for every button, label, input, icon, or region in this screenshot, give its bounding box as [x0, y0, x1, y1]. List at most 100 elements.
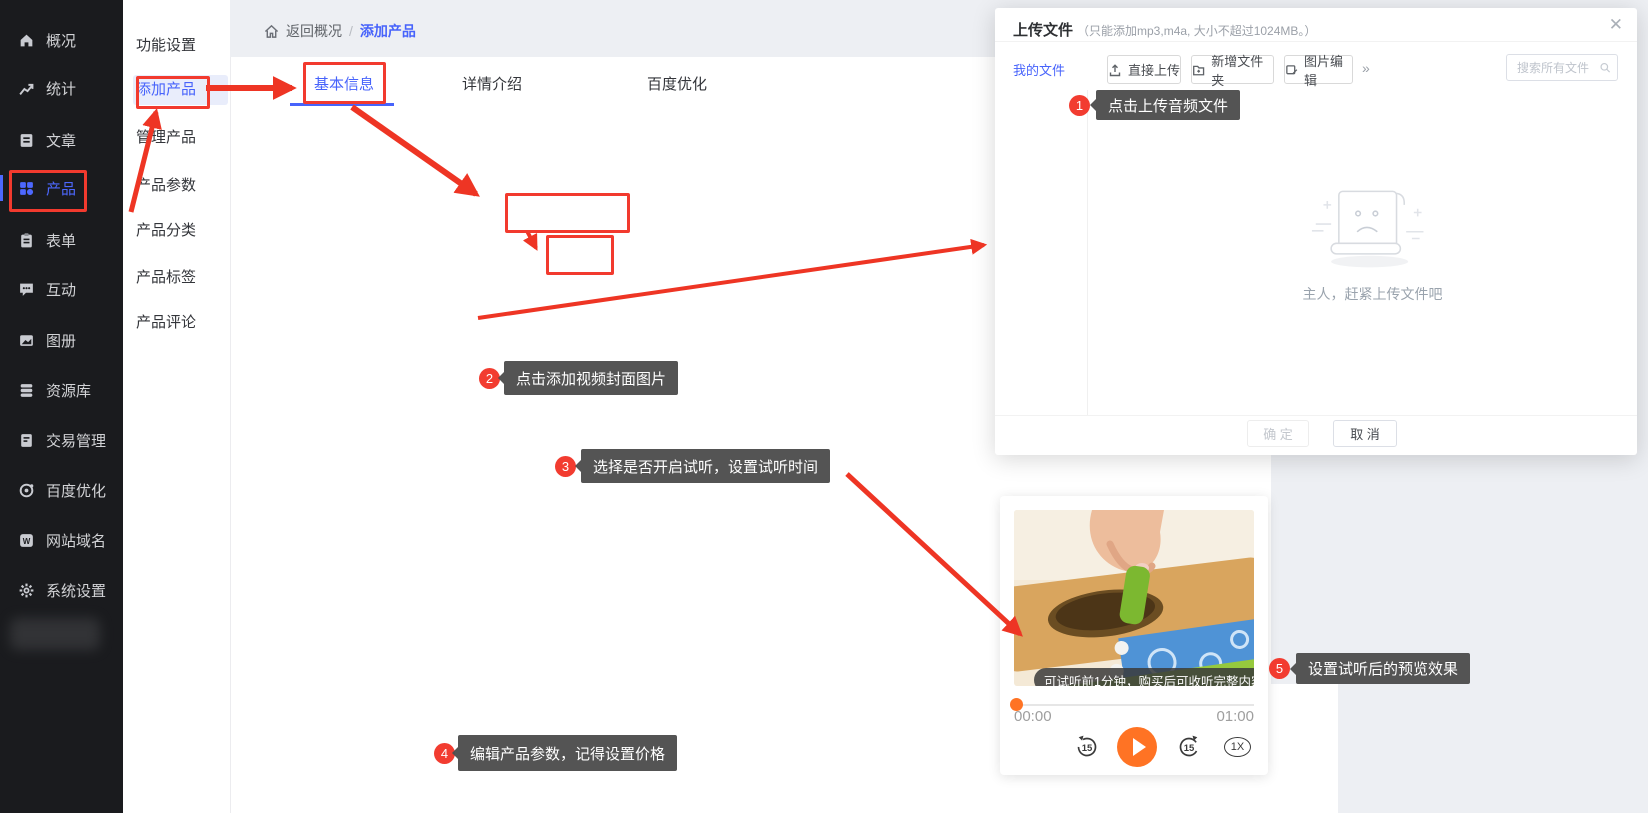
sidebar-item-settings[interactable]: 系统设置 — [18, 578, 106, 602]
sidebar-item-baidu-seo[interactable]: 百度优化 — [18, 478, 106, 502]
button-label: 取 消 — [1350, 424, 1380, 443]
cancel-button[interactable]: 取 消 — [1333, 420, 1397, 447]
my-files-tree-item[interactable]: 我的文件 — [1013, 60, 1065, 79]
confirm-button[interactable]: 确 定 — [1247, 420, 1309, 447]
button-label: 直接上传 — [1128, 60, 1180, 79]
sidebar-item-label: 交易管理 — [46, 430, 106, 451]
sidebar-item-resources[interactable]: 资源库 — [18, 378, 91, 402]
tab-basic-info[interactable]: 基本信息 — [294, 73, 394, 94]
sidebar-item-label: 网站域名 — [46, 530, 106, 551]
search-icon — [1599, 61, 1611, 74]
empty-state-text: 主人，赶紧上传文件吧 — [1290, 284, 1455, 304]
button-label: 确 定 — [1263, 424, 1293, 443]
home-icon — [264, 24, 279, 39]
tooltip-text: 点击添加视频封面图片 — [516, 368, 666, 389]
submenu-item-product-categories[interactable]: 产品分类 — [133, 216, 228, 246]
rewind-15-button[interactable]: 15 — [1074, 734, 1100, 760]
tab-baidu-seo[interactable]: 百度优化 — [627, 73, 727, 94]
image-edit-button[interactable]: 图片编辑 — [1284, 55, 1353, 84]
folder-plus-icon — [1192, 63, 1205, 77]
sidebar-item-forms[interactable]: 表单 — [18, 228, 76, 252]
direct-upload-button[interactable]: 直接上传 — [1107, 55, 1181, 84]
button-label: 图片编辑 — [1304, 51, 1352, 89]
step-badge-3: 3 — [555, 456, 576, 477]
audio-cover-image: 可试听前1分钟，购买后可收听完整内容 — [1014, 510, 1254, 686]
main-sidebar: 概况 统计 文章 产品 表单 互动 图册 资源库 — [0, 0, 123, 813]
submenu-item-add-product[interactable]: 添加产品 — [133, 75, 228, 105]
sidebar-item-products[interactable]: 产品 — [18, 176, 76, 200]
sidebar-item-albums[interactable]: 图册 — [18, 328, 76, 352]
playback-speed-button[interactable]: 1X — [1224, 737, 1251, 757]
interaction-icon — [18, 281, 35, 298]
sidebar-item-interaction[interactable]: 互动 — [18, 277, 76, 301]
submenu-item-product-tags[interactable]: 产品标签 — [133, 263, 228, 293]
time-total: 01:00 — [1216, 708, 1254, 725]
stats-icon — [18, 80, 35, 97]
sidebar-item-label: 图册 — [46, 330, 76, 351]
blurred-logo — [10, 618, 100, 650]
upload-file-dialog: 上传文件 （只能添加mp3,m4a, 大小不超过1024MB。） ✕ 我的文件 直… — [995, 8, 1637, 455]
submenu-item-function-settings[interactable]: 功能设置 — [133, 31, 228, 61]
dialog-title-text: 上传文件 — [1013, 22, 1073, 39]
step-tooltip-2: 点击添加视频封面图片 — [504, 361, 678, 395]
toolbar-more-button[interactable]: » — [1362, 60, 1370, 76]
dialog-header-divider — [995, 41, 1637, 42]
step-tooltip-4: 编辑产品参数，记得设置价格 — [458, 735, 677, 771]
step-badge-5: 5 — [1269, 658, 1290, 679]
product-icon — [18, 180, 35, 197]
active-tab-underline — [290, 103, 394, 106]
submenu-item-product-comments[interactable]: 产品评论 — [133, 308, 228, 338]
submenu-item-product-params[interactable]: 产品参数 — [133, 171, 228, 201]
sidebar-item-label: 表单 — [46, 230, 76, 251]
step-tooltip-3: 选择是否开启试听，设置试听时间 — [581, 449, 830, 483]
button-label: 新增文件夹 — [1211, 51, 1273, 89]
sidebar-item-overview[interactable]: 概况 — [18, 28, 76, 52]
audio-preview-card: 可试听前1分钟，购买后可收听完整内容 00:00 01:00 15 15 1X — [1000, 496, 1268, 775]
step-badge-2: 2 — [479, 368, 500, 389]
tooltip-text: 设置试听后的预览效果 — [1308, 658, 1458, 679]
sidebar-item-stats[interactable]: 统计 — [18, 76, 76, 100]
product-submenu: 功能设置 添加产品 管理产品 产品参数 产品分类 产品标签 产品评论 — [123, 0, 230, 813]
breadcrumb-current: 添加产品 — [360, 21, 416, 41]
play-button[interactable] — [1117, 727, 1157, 767]
background-patch — [1268, 684, 1338, 813]
tooltip-text: 点击上传音频文件 — [1108, 95, 1228, 116]
resource-icon — [18, 382, 35, 399]
breadcrumb-back-link[interactable]: 返回概况 — [286, 21, 342, 41]
search-input[interactable] — [1515, 60, 1599, 76]
new-folder-button[interactable]: 新增文件夹 — [1191, 55, 1274, 84]
forward-15-button[interactable]: 15 — [1176, 734, 1202, 760]
gear-icon — [18, 582, 35, 599]
dialog-title-note: （只能添加mp3,m4a, 大小不超过1024MB。） — [1077, 24, 1316, 38]
step-tooltip-1: 点击上传音频文件 — [1096, 90, 1240, 120]
tab-details[interactable]: 详情介绍 — [442, 73, 542, 94]
sidebar-item-articles[interactable]: 文章 — [18, 128, 76, 152]
app-root: 概况 统计 文章 产品 表单 互动 图册 资源库 — [0, 0, 1648, 813]
dialog-sidebar-divider — [1087, 90, 1088, 415]
close-icon[interactable]: ✕ — [1609, 15, 1623, 35]
seo-icon — [18, 482, 35, 499]
progress-bar[interactable] — [1014, 704, 1254, 706]
svg-text:15: 15 — [1184, 743, 1195, 754]
tooltip-text: 选择是否开启试听，设置试听时间 — [593, 456, 818, 477]
breadcrumb-separator: / — [349, 23, 353, 39]
dialog-title: 上传文件 （只能添加mp3,m4a, 大小不超过1024MB。） — [1013, 19, 1316, 40]
home-icon — [18, 32, 35, 49]
submenu-item-manage-products[interactable]: 管理产品 — [133, 123, 228, 153]
step-badge-1: 1 — [1069, 95, 1090, 116]
sidebar-item-label: 文章 — [46, 130, 76, 151]
sidebar-item-transactions[interactable]: 交易管理 — [18, 428, 106, 452]
trade-icon — [18, 432, 35, 449]
sidebar-item-label: 概况 — [46, 30, 76, 51]
form-icon — [18, 232, 35, 249]
time-current: 00:00 — [1014, 708, 1052, 725]
trial-overlay-pill: 可试听前1分钟，购买后可收听完整内容 — [1034, 668, 1254, 686]
tooltip-text: 编辑产品参数，记得设置价格 — [470, 743, 665, 764]
sidebar-item-label: 系统设置 — [46, 580, 106, 601]
sidebar-item-domain[interactable]: W 网站域名 — [18, 528, 106, 552]
image-edit-icon — [1285, 63, 1298, 77]
sidebar-item-label: 资源库 — [46, 380, 91, 401]
svg-text:W: W — [23, 536, 31, 545]
dialog-footer-divider — [995, 415, 1637, 416]
file-search-box[interactable] — [1506, 54, 1618, 81]
